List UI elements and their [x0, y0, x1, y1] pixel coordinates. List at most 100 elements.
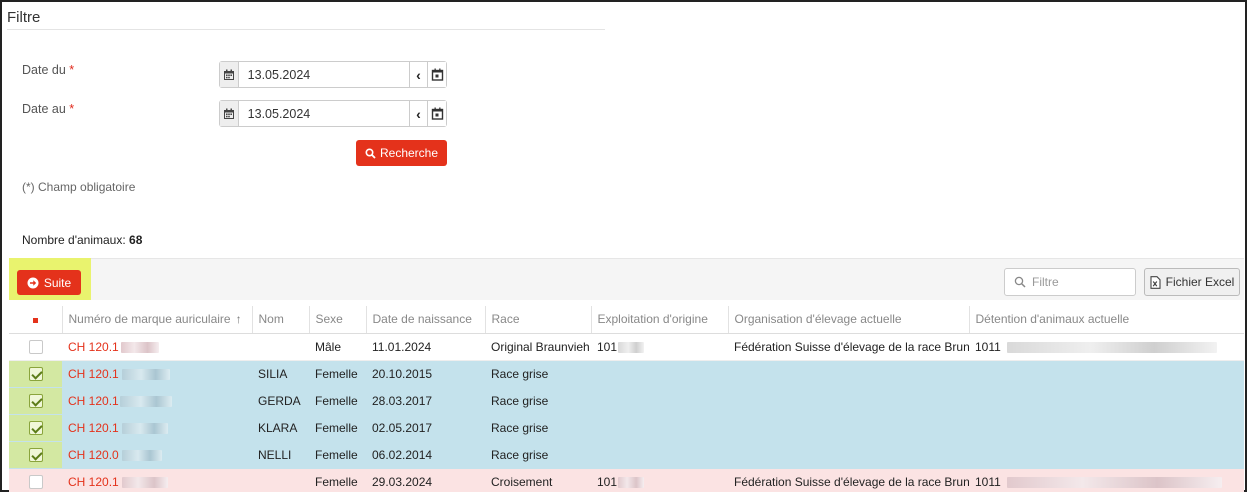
cell-race: Original Braunvieh: [485, 333, 591, 361]
animal-count: Nombre d'animaux: 68: [22, 233, 143, 247]
ear-tag-link[interactable]: CH 120.1: [68, 421, 119, 435]
cell-sex: Femelle: [309, 387, 366, 415]
column-header-name[interactable]: Nom: [251, 306, 309, 334]
cell-org: Fédération Suisse d'élevage de la race B…: [728, 333, 969, 361]
date-to-calendar-button[interactable]: [427, 101, 447, 126]
cell-race: Race grise: [485, 360, 591, 388]
redacted-tag-blur: [121, 476, 168, 488]
row-checkbox[interactable]: [28, 420, 43, 435]
calendar-icon: [431, 107, 443, 120]
table-row[interactable]: CH 120.1 Mâle 11.01.2024 Original Braunv…: [9, 333, 1244, 361]
cell-holding: 1011: [969, 333, 1244, 361]
table-row[interactable]: CH 120.1 GERDA Femelle 28.03.2017 Race g…: [9, 387, 1244, 415]
cell-birth-date: 20.10.2015: [366, 360, 485, 388]
redacted-origin-blur: [618, 341, 645, 353]
cell-org: [728, 441, 969, 469]
cell-holding: [969, 360, 1244, 388]
date-to-label: Date au *: [22, 102, 75, 116]
chevron-left-icon: ‹: [416, 105, 421, 122]
column-header-race[interactable]: Race: [484, 306, 591, 334]
cell-birth-date: 29.03.2024: [366, 468, 485, 492]
cell-sex: Femelle: [309, 360, 366, 388]
arrow-circle-right-icon: [27, 277, 39, 288]
cell-name: GERDA: [252, 387, 309, 415]
table-row[interactable]: CH 120.1 SILIA Femelle 20.10.2015 Race g…: [9, 360, 1244, 388]
excel-export-button[interactable]: Fichier Excel: [1144, 268, 1240, 296]
cell-origin: 101: [591, 468, 728, 492]
chevron-left-icon: ‹: [416, 66, 421, 83]
calendar-addon-icon: [220, 101, 239, 126]
suite-button[interactable]: Suite: [17, 270, 81, 295]
calendar-icon: [431, 68, 443, 81]
ear-tag-link[interactable]: CH 120.1: [68, 367, 119, 381]
table-row[interactable]: CH 120.0 NELLI Femelle 06.02.2014 Race g…: [9, 441, 1244, 469]
cell-org: [728, 414, 969, 442]
column-header-sex[interactable]: Sexe: [308, 306, 366, 334]
table-row[interactable]: CH 120.1 KLARA Femelle 02.05.2017 Race g…: [9, 414, 1244, 442]
excel-file-icon: [1150, 275, 1161, 289]
row-checkbox[interactable]: [28, 366, 43, 381]
search-button[interactable]: Recherche: [356, 140, 447, 166]
cell-holding: 1011: [969, 468, 1244, 492]
row-checkbox[interactable]: [28, 339, 43, 354]
redacted-tag-blur: [121, 449, 162, 461]
cell-holding: [969, 414, 1244, 442]
suite-button-label: Suite: [43, 275, 72, 290]
cell-org: Fédération Suisse d'élevage de la race B…: [728, 468, 969, 492]
row-checkbox[interactable]: [28, 393, 43, 408]
cell-origin: [591, 387, 728, 415]
calendar-addon-icon: [220, 62, 239, 87]
sort-asc-icon: ↑: [235, 312, 242, 327]
table-row[interactable]: CH 120.1 Femelle 29.03.2024 Croisement 1…: [9, 468, 1244, 492]
date-from-calendar-button[interactable]: [427, 62, 447, 87]
cell-sex: Femelle: [309, 414, 366, 442]
cell-race: Race grise: [485, 441, 591, 469]
cell-birth-date: 11.01.2024: [366, 333, 485, 361]
cell-name: SILIA: [252, 360, 309, 388]
cell-sex: Femelle: [309, 441, 366, 469]
column-header-breeding-org[interactable]: Organisation d'élevage actuelle: [727, 306, 969, 334]
date-from-input[interactable]: [238, 62, 409, 87]
cell-origin: 101: [591, 333, 728, 361]
redacted-origin-blur: [618, 476, 645, 488]
table-header-row: Numéro de marque auriculaire ↑ Nom Sexe D…: [9, 306, 1244, 334]
animal-count-value: 68: [129, 233, 143, 247]
redacted-tag-blur: [121, 422, 168, 434]
cell-race: Croisement: [485, 468, 591, 492]
cell-name: [252, 333, 309, 361]
row-checkbox[interactable]: [28, 447, 43, 462]
ear-tag-link[interactable]: CH 120.1: [68, 394, 119, 408]
date-from-label: Date du *: [22, 63, 75, 77]
cell-holding: [969, 387, 1244, 415]
redacted-holding-blur: [1006, 476, 1222, 488]
column-header-holding[interactable]: Détention d'animaux actuelle: [968, 306, 1244, 334]
redacted-tag-blur: [120, 341, 159, 353]
date-to-prev-button[interactable]: ‹: [408, 101, 428, 126]
table-filter-input[interactable]: [1032, 275, 1132, 289]
column-header-origin-farm[interactable]: Exploitation d'origine: [590, 306, 728, 334]
search-button-label: Recherche: [379, 146, 439, 160]
column-header-birth-date[interactable]: Date de naissance: [365, 306, 485, 334]
cell-birth-date: 28.03.2017: [366, 387, 485, 415]
row-checkbox[interactable]: [28, 474, 43, 489]
filter-divider: [7, 29, 605, 30]
select-all-checkbox[interactable]: [9, 306, 62, 334]
ear-tag-link[interactable]: CH 120.1: [68, 475, 119, 489]
date-to-input[interactable]: [238, 101, 409, 126]
cell-name: NELLI: [252, 441, 309, 469]
date-to-group: ‹: [219, 100, 447, 127]
column-header-tag[interactable]: Numéro de marque auriculaire ↑: [61, 306, 252, 334]
animals-table: Numéro de marque auriculaire ↑ Nom Sexe D…: [9, 306, 1244, 492]
date-from-group: ‹: [219, 61, 447, 88]
cell-origin: [591, 414, 728, 442]
cell-origin: [591, 441, 728, 469]
cell-holding: [969, 441, 1244, 469]
redacted-holding-blur: [1006, 341, 1217, 353]
table-filter-field: [1004, 268, 1136, 296]
cell-name: KLARA: [252, 414, 309, 442]
cell-name: [252, 468, 309, 492]
date-from-prev-button[interactable]: ‹: [408, 62, 428, 87]
ear-tag-link[interactable]: CH 120.0: [68, 448, 119, 462]
ear-tag-link[interactable]: CH 120.1: [68, 340, 119, 354]
cell-sex: Femelle: [309, 468, 366, 492]
